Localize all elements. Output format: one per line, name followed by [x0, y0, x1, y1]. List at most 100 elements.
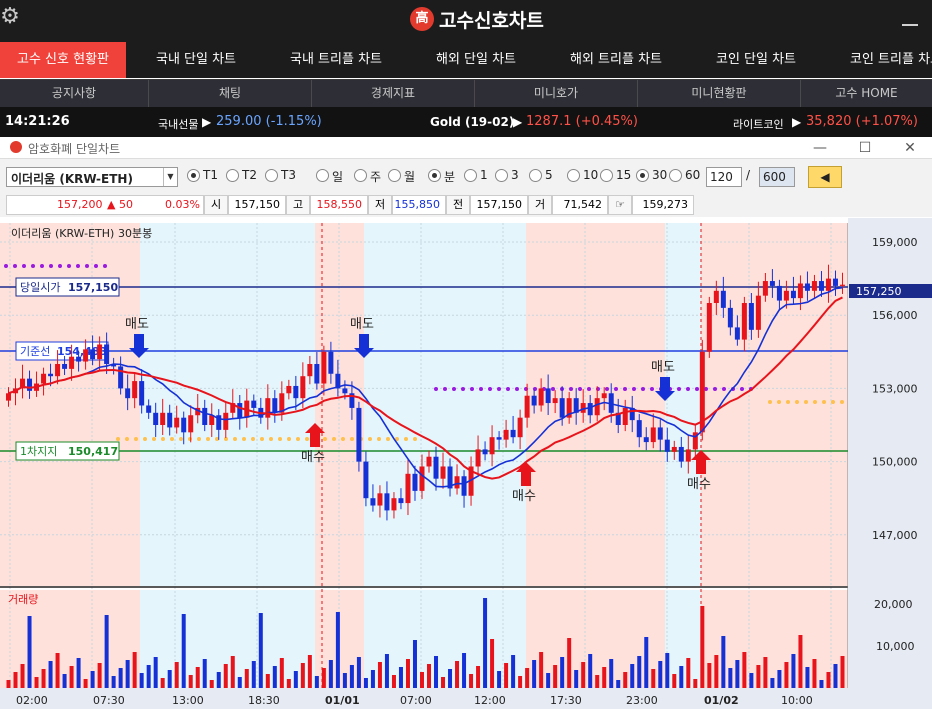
candle [48, 373, 54, 377]
tab-signal-board[interactable]: 고수 신호 현황판 [0, 42, 126, 78]
ticker-arrow: ▶ [202, 115, 212, 129]
subtab-home[interactable]: 고수 HOME [801, 80, 932, 107]
brand: 高 고수신호차트 [410, 7, 544, 32]
candle [538, 388, 544, 406]
radio-label: T3 [281, 168, 296, 182]
volume-bar [349, 665, 354, 688]
volume-bar [434, 656, 439, 688]
candle [223, 412, 229, 430]
tab-coin-triple[interactable]: 코인 트리플 차트 [826, 42, 932, 78]
back-button[interactable]: ◀ [808, 166, 842, 188]
tab-overseas-single[interactable]: 해외 단일 차트 [406, 42, 546, 78]
volume-bar [490, 639, 495, 688]
chart-toolbar: 이더리움 (KRW-ETH) ▼ T1 T2 T3 일 주 월 분 1 3 5 10 15 30 60 1… [0, 159, 932, 193]
gear-icon[interactable]: ⚙ [0, 4, 20, 30]
app-header: ⚙ 高 고수신호차트 [0, 0, 932, 42]
candle [118, 366, 124, 389]
volume-bar [539, 652, 544, 688]
volume-bar [48, 661, 53, 688]
tab-coin-single[interactable]: 코인 단일 차트 [686, 42, 826, 78]
radio-분[interactable] [428, 169, 441, 182]
chevron-down-icon[interactable]: ▼ [163, 168, 177, 186]
radio-60[interactable] [669, 169, 682, 182]
candle [727, 307, 733, 328]
count-input[interactable]: 120 [706, 167, 742, 187]
volume-bar [728, 668, 733, 688]
subtab-mini-board[interactable]: 미니현황판 [638, 80, 801, 107]
radio-주[interactable] [354, 169, 367, 182]
close-window-button[interactable]: ✕ [900, 138, 920, 158]
volume-bar [658, 661, 663, 688]
candle [440, 466, 446, 479]
radio-일[interactable] [316, 169, 329, 182]
minimize-window-button[interactable]: — [810, 138, 830, 158]
radio-T1[interactable] [187, 169, 200, 182]
maximize-window-button[interactable]: ☐ [855, 138, 875, 158]
price-tick-label: 156,000 [872, 309, 918, 322]
volume-bar [209, 680, 214, 688]
subtab-notice[interactable]: 공지사항 [0, 80, 149, 107]
radio-label: 30 [652, 168, 668, 182]
radio-T2[interactable] [226, 169, 239, 182]
volume-bar [763, 657, 768, 688]
radio-3[interactable] [495, 169, 508, 182]
candle [587, 403, 593, 416]
radio-label: 15 [616, 168, 632, 182]
volume-bar [686, 658, 691, 688]
candle [657, 427, 663, 440]
ticker-value: 1287.1 (+0.45%) [526, 114, 638, 129]
radio-label: 3 [511, 168, 519, 182]
sell-signal-label: 매도 [350, 317, 374, 332]
price-chart[interactable]: 당일시가 157,150기준선 154,4831차지지 150,417매도매수매도매수… [0, 218, 932, 709]
candle [811, 281, 817, 291]
candle [685, 449, 691, 462]
radio-label: T2 [242, 168, 257, 182]
low-value: 155,850 [392, 195, 446, 215]
volume-bar [588, 654, 593, 688]
volume-bar [412, 640, 417, 688]
radio-label: 일 [332, 170, 344, 184]
radio-T3[interactable] [265, 169, 278, 182]
radio-10[interactable] [567, 169, 580, 182]
subtab-chat[interactable]: 채팅 [149, 80, 312, 107]
volume-tick-label: 20,000 [874, 598, 913, 611]
volume-bar [69, 666, 74, 688]
subtab-mini-quote[interactable]: 미니호가 [475, 80, 638, 107]
candle [804, 283, 810, 291]
volume-bar [34, 677, 39, 688]
buy-signal-label: 매수 [301, 450, 325, 465]
candle [62, 364, 68, 369]
volume-bar [700, 606, 705, 688]
symbol-select[interactable]: 이더리움 (KRW-ETH) ▼ [6, 167, 178, 187]
candle [433, 456, 439, 479]
candle [475, 449, 481, 467]
price-tick-label: 159,000 [872, 236, 918, 249]
ticker-arrow: ▶ [513, 115, 523, 129]
candle [650, 427, 656, 443]
tab-domestic-triple[interactable]: 국내 트리플 차트 [266, 42, 406, 78]
buy-signal-label: 매수 [687, 477, 711, 492]
volume-bar [384, 654, 389, 688]
candle [664, 439, 670, 452]
prev-label: 전 [446, 195, 470, 215]
volume-bar [455, 661, 460, 688]
candle [790, 290, 796, 299]
volume-bar [307, 655, 312, 688]
radio-5[interactable] [529, 169, 542, 182]
level-label-value: 150,417 [68, 445, 118, 458]
candle [272, 398, 278, 413]
candle [356, 407, 362, 462]
radio-월[interactable] [388, 169, 401, 182]
tab-overseas-triple[interactable]: 해외 트리플 차트 [546, 42, 686, 78]
radio-15[interactable] [600, 169, 613, 182]
candle [531, 395, 537, 406]
minimize-icon[interactable] [902, 12, 918, 26]
subtab-economic[interactable]: 경제지표 [312, 80, 475, 107]
radio-1[interactable] [464, 169, 477, 182]
candle [797, 283, 803, 299]
tab-domestic-single[interactable]: 국내 단일 차트 [126, 42, 266, 78]
volume-bar [293, 671, 298, 688]
radio-30[interactable] [636, 169, 649, 182]
volume-bar [237, 677, 242, 688]
volume-bar [41, 669, 46, 688]
